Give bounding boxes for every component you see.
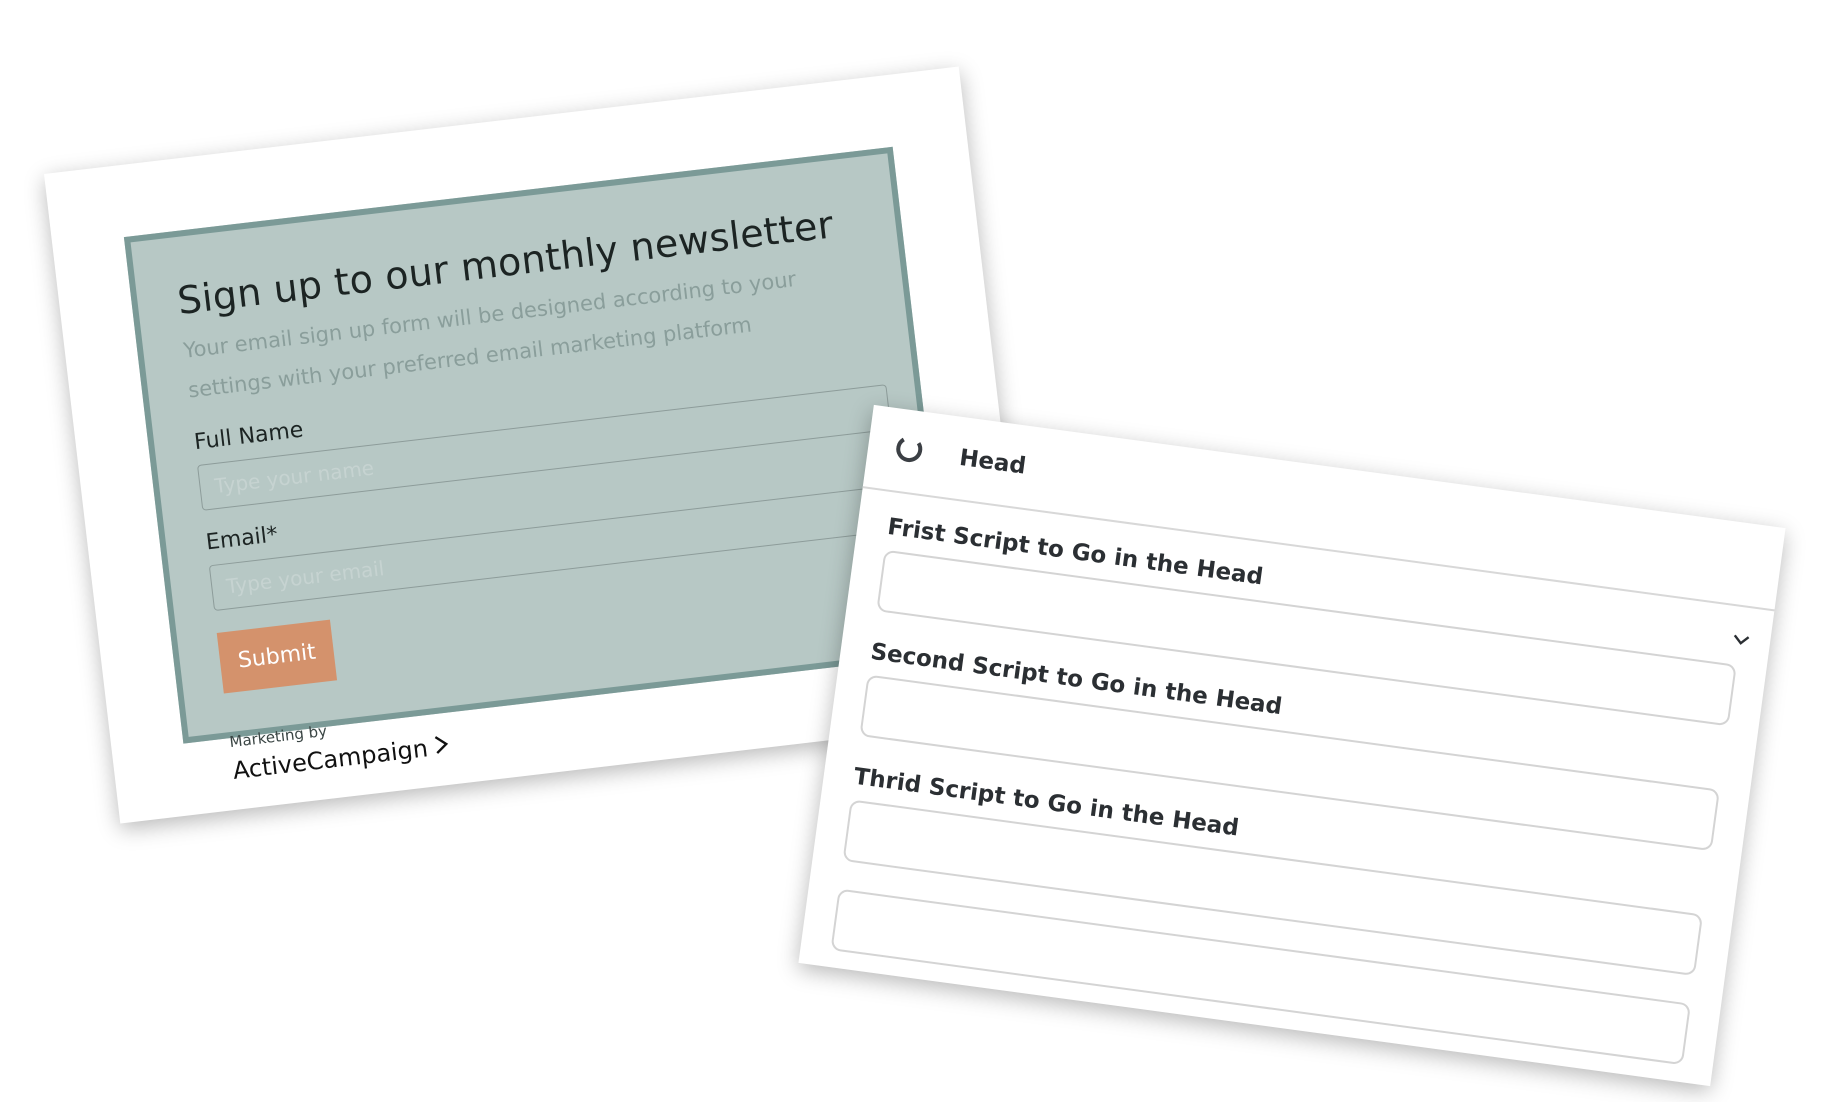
brand-chevron-icon (432, 734, 451, 760)
head-section-title: Head (957, 444, 1028, 480)
newsletter-signup-form: Sign up to our monthly newsletter Your e… (123, 146, 953, 785)
submit-button[interactable]: Submit (216, 619, 338, 694)
chevron-down-icon[interactable] (1731, 630, 1751, 651)
loading-ring-icon (892, 432, 926, 470)
head-scripts-panel: Head Frist Script to Go in the Head Seco… (798, 404, 1786, 1087)
